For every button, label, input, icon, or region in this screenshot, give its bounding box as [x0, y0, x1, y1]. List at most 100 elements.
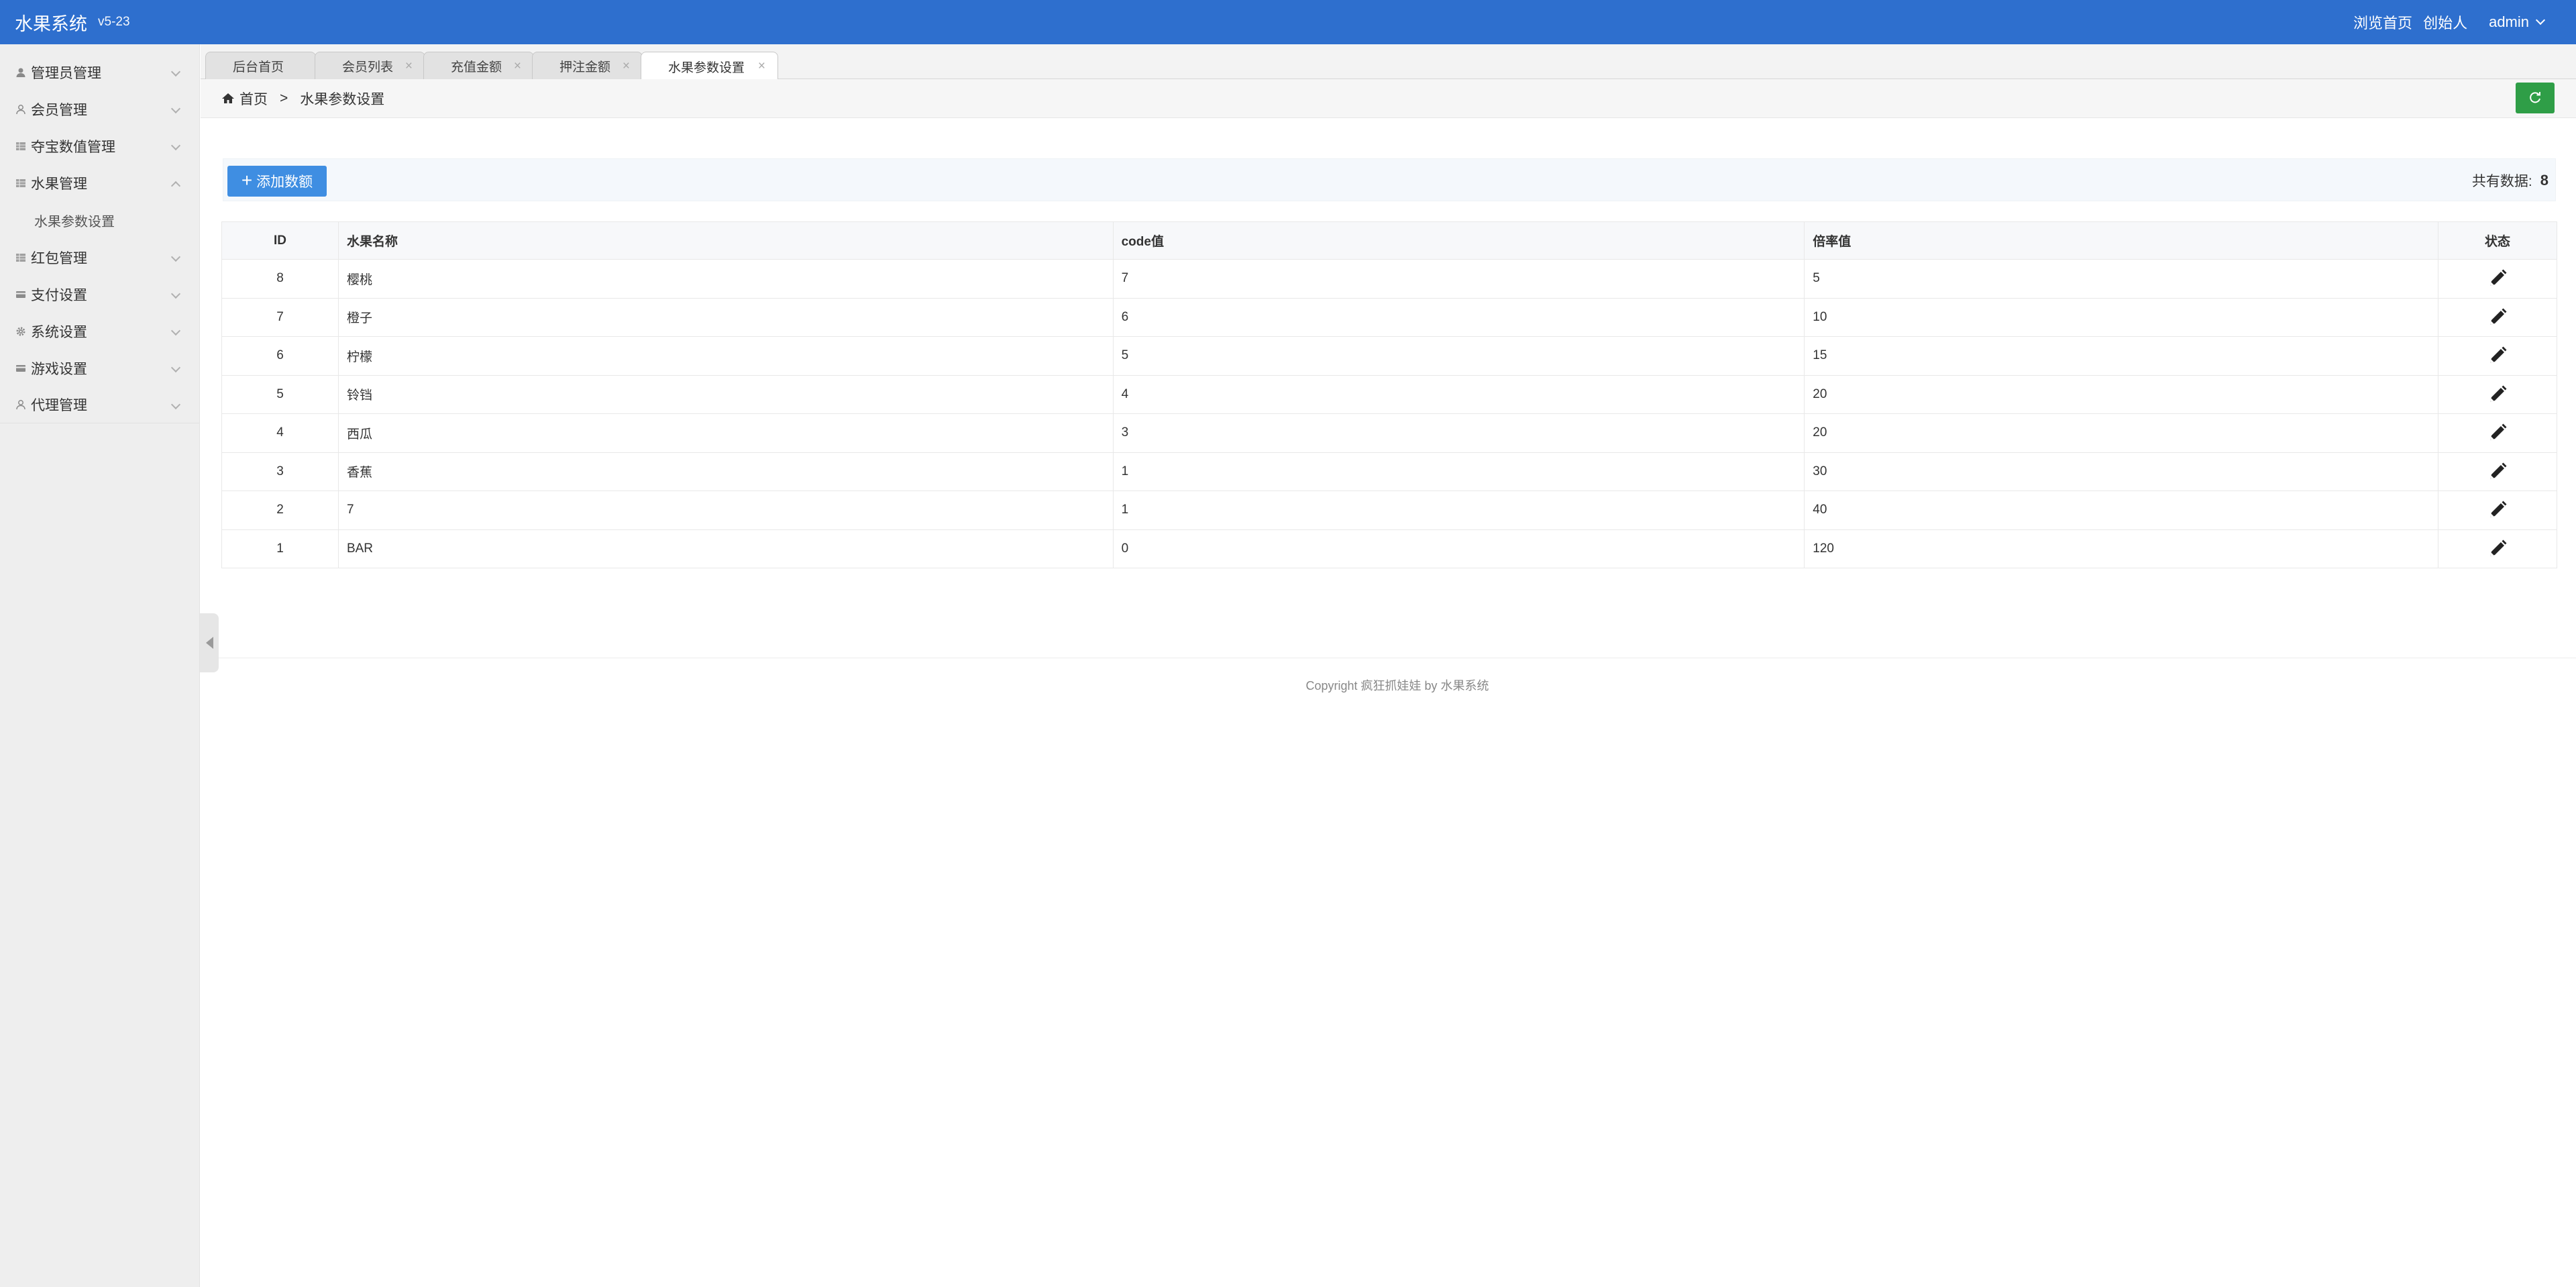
username: admin — [2489, 13, 2529, 30]
tab-dashboard[interactable]: 后台首页 — [205, 52, 316, 80]
cell-name: 橙子 — [337, 297, 1114, 337]
cell-id: 2 — [221, 491, 339, 530]
close-icon[interactable]: × — [405, 59, 413, 74]
pencil-icon[interactable] — [2487, 539, 2508, 559]
cell-id: 6 — [221, 336, 339, 376]
tab-fruit-params[interactable]: 水果参数设置 × — [641, 52, 778, 81]
sidebar-item-label: 水果管理 — [31, 176, 87, 192]
chevron-down-icon — [170, 399, 181, 410]
cell-rate: 10 — [1804, 297, 2439, 337]
cell-code: 6 — [1112, 297, 1805, 337]
pencil-icon[interactable] — [2487, 500, 2508, 520]
sidebar-item-label: 会员管理 — [31, 102, 87, 118]
breadcrumb: 首页 > 水果参数设置 — [221, 79, 384, 118]
app-title[interactable]: 水果系统 — [15, 9, 87, 36]
column-header-code: code值 — [1112, 221, 1805, 260]
pencil-icon[interactable] — [2487, 423, 2508, 443]
gear-icon — [15, 325, 27, 338]
pencil-icon[interactable] — [2487, 307, 2508, 327]
brand: 水果系统 v5-23 — [15, 0, 130, 44]
sidebar-item-system[interactable]: 系统设置 — [0, 313, 199, 350]
column-header-status: 状态 — [2438, 221, 2557, 260]
cell-name: 柠檬 — [337, 336, 1114, 376]
table-row: 5 铃铛 4 20 — [221, 374, 2557, 414]
cell-code: 5 — [1112, 336, 1805, 376]
user-menu[interactable]: admin — [2478, 13, 2546, 31]
home-icon — [222, 93, 234, 103]
pencil-icon[interactable] — [2487, 268, 2508, 289]
table-row: 2 7 1 40 — [221, 491, 2557, 530]
cell-status — [2438, 413, 2557, 453]
sidebar-item-payment[interactable]: 支付设置 — [0, 276, 199, 313]
cell-status — [2438, 529, 2557, 568]
sidebar-item-label: 管理员管理 — [31, 65, 101, 81]
grid-icon — [15, 177, 27, 189]
table-row: 7 橙子 6 10 — [221, 297, 2557, 337]
tab-label: 后台首页 — [233, 60, 284, 74]
cell-rate: 20 — [1804, 413, 2439, 453]
column-header-name: 水果名称 — [337, 221, 1114, 260]
tab-member-list[interactable]: 会员列表 × — [315, 52, 425, 80]
chevron-down-icon — [170, 252, 181, 262]
chevron-up-icon — [170, 181, 181, 191]
sidebar-item-label: 支付设置 — [31, 287, 87, 303]
total-label: 共有数据: — [2471, 174, 2532, 189]
sidebar-item-label: 红包管理 — [31, 250, 87, 266]
cell-name: 西瓜 — [337, 413, 1114, 453]
tab-label: 押注金额 — [559, 60, 611, 74]
add-amount-label: 添加数额 — [256, 174, 313, 190]
pencil-icon[interactable] — [2487, 384, 2508, 405]
total-value: 8 — [2540, 172, 2548, 189]
table-row: 8 樱桃 7 5 — [221, 259, 2557, 299]
cell-rate: 5 — [1804, 259, 2439, 299]
cell-status — [2438, 374, 2557, 414]
close-icon[interactable]: × — [514, 59, 521, 74]
sidebar-item-admin[interactable]: 管理员管理 — [0, 54, 199, 91]
sidebar-item-agent[interactable]: 代理管理 — [0, 387, 199, 423]
tab-recharge-amount[interactable]: 充值金额 × — [423, 52, 534, 80]
cell-code: 4 — [1112, 374, 1805, 414]
sidebar-item-members[interactable]: 会员管理 — [0, 91, 199, 127]
sidebar-item-treasure[interactable]: 夺宝数值管理 — [0, 127, 199, 164]
chevron-down-icon — [2535, 15, 2546, 25]
cell-code: 1 — [1112, 452, 1805, 491]
cell-id: 3 — [221, 452, 339, 491]
user-role: 创始人 — [2423, 15, 2468, 32]
card-icon — [15, 362, 27, 374]
cell-name: BAR — [337, 529, 1114, 568]
cell-name: 香蕉 — [337, 452, 1114, 491]
cell-code: 1 — [1112, 491, 1805, 530]
cell-rate: 15 — [1804, 336, 2439, 376]
table-row: 1 BAR 0 120 — [221, 529, 2557, 568]
sidebar-item-label: 代理管理 — [31, 398, 87, 413]
close-icon[interactable]: × — [758, 59, 765, 74]
sidebar-item-label: 系统设置 — [31, 324, 87, 340]
table-header-row: ID 水果名称 code值 倍率值 状态 — [221, 221, 2557, 260]
pencil-icon[interactable] — [2487, 346, 2508, 366]
breadcrumb-home[interactable]: 首页 — [239, 89, 268, 109]
cell-status — [2438, 491, 2557, 530]
chevron-down-icon — [170, 66, 181, 77]
sidebar-item-game[interactable]: 游戏设置 — [0, 350, 199, 387]
add-amount-button[interactable]: + 添加数额 — [227, 166, 327, 197]
close-icon[interactable]: × — [623, 59, 630, 74]
total-count: 共有数据: 8 — [2472, 159, 2548, 202]
sidebar-item-redpacket[interactable]: 红包管理 — [0, 239, 199, 276]
sidebar-item-label: 夺宝数值管理 — [31, 139, 115, 155]
column-header-id: ID — [221, 221, 339, 260]
tab-bet-amount[interactable]: 押注金额 × — [532, 52, 643, 80]
sidebar-collapse-toggle[interactable] — [200, 613, 219, 672]
cell-id: 1 — [221, 529, 339, 568]
sidebar-item-fruit[interactable]: 水果管理 — [0, 164, 199, 201]
refresh-button[interactable] — [2516, 83, 2555, 113]
browse-home-link[interactable]: 浏览首页 — [2353, 11, 2412, 33]
cell-name: 7 — [337, 491, 1114, 530]
caret-left-icon — [205, 637, 213, 649]
pencil-icon[interactable] — [2487, 462, 2508, 482]
cell-name: 樱桃 — [337, 259, 1114, 299]
app-version: v5-23 — [98, 15, 130, 29]
cell-status — [2438, 336, 2557, 376]
table-row: 4 西瓜 3 20 — [221, 413, 2557, 453]
cell-id: 4 — [221, 413, 339, 453]
sidebar-subitem-fruit-params[interactable]: 水果参数设置 — [0, 201, 199, 239]
